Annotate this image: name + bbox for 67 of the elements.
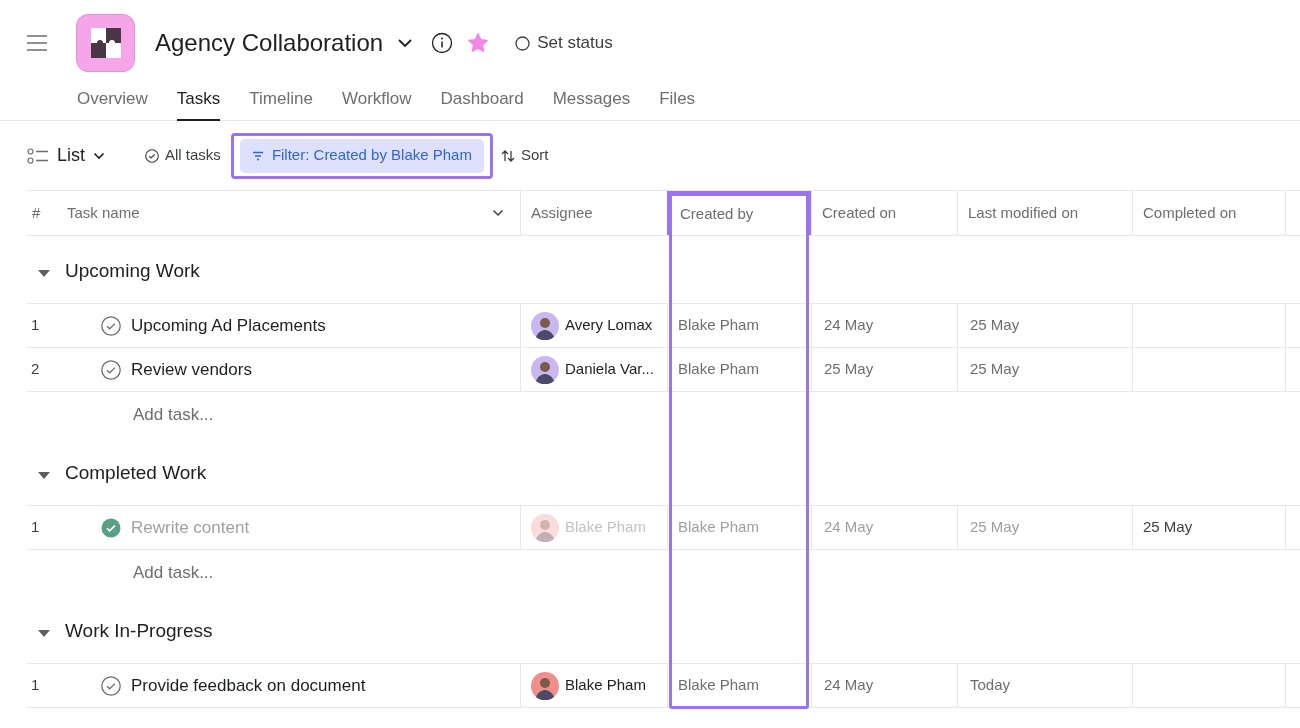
row-number: 2 [31,359,40,380]
column-header[interactable]: Last modified on [968,201,1079,225]
chevron-down-icon [93,151,105,160]
caret-down-icon[interactable] [37,629,51,639]
task-name[interactable]: Review vendors [131,356,252,383]
table-cell-text: 24 May [824,517,874,538]
column-header[interactable]: Created on [822,201,897,225]
table-cell-text: Blake Pham [678,315,759,336]
sort-button[interactable]: Sort [500,144,549,167]
table-cell-text: Today [970,675,1011,696]
filter-icon [251,150,264,161]
assignee-name: Blake Pham [565,675,646,696]
table-cell-text: Blake Pham [678,517,759,538]
sort-icon [500,149,515,162]
task-name[interactable]: Provide feedback on document [131,672,366,699]
tab[interactable]: Workflow [341,86,412,121]
task-name[interactable]: Upcoming Ad Placements [131,312,326,339]
check-circle-icon[interactable] [101,359,121,380]
chevron-down-icon[interactable] [397,38,414,48]
set-status-button[interactable]: Set status [515,30,613,56]
table-cell-text: 25 May [1143,517,1193,538]
project-title: Agency Collaboration [155,28,384,58]
list-icon [27,147,49,164]
assignee-name: Avery Lomax [565,315,653,336]
table-cell-text: Blake Pham [678,359,759,380]
info-icon[interactable] [431,32,454,54]
filter-button[interactable]: Filter: Created by Blake Pham [230,132,493,179]
table-cell-text: 25 May [970,517,1020,538]
check-circle-icon[interactable] [101,675,121,696]
section-title: Work In-Progress [65,618,213,643]
check-circle-icon[interactable] [101,517,121,538]
check-circle-icon[interactable] [101,315,121,336]
view-dropdown[interactable]: List [27,142,105,169]
tab[interactable]: Dashboard [440,86,524,121]
caret-down-icon[interactable] [37,269,51,279]
table-cell-text: 24 May [824,675,874,696]
menu-icon[interactable] [26,34,48,52]
section-title: Upcoming Work [65,258,200,283]
status-circle-icon [515,35,531,51]
add-task-link[interactable]: Add task... [133,560,214,586]
tab[interactable]: Overview [77,86,148,121]
column-header[interactable]: Assignee [531,201,593,225]
row-number: 1 [31,675,40,696]
table-cell-text: 25 May [970,315,1020,336]
row-number: 1 [31,315,40,336]
column-header[interactable]: # [32,201,41,225]
tab[interactable]: Files [659,86,696,121]
table-cell-text: 25 May [824,359,874,380]
tab[interactable]: Tasks [176,86,221,121]
star-icon[interactable] [467,32,490,54]
add-task-link[interactable]: Add task... [133,402,214,428]
puzzle-icon [89,27,122,59]
assignee-name: Daniela Var... [565,359,654,380]
table-cell-text: 25 May [970,359,1020,380]
chevron-down-icon[interactable] [492,209,504,217]
caret-down-icon[interactable] [37,471,51,481]
section-title: Completed Work [65,460,207,485]
tab[interactable]: Messages [552,86,631,121]
column-header[interactable]: Completed on [1143,201,1237,225]
check-circle-icon [145,148,159,163]
all-tasks-button[interactable]: All tasks [145,144,221,167]
column-header[interactable]: Task name [67,201,140,225]
assignee-name: Blake Pham [565,517,646,538]
row-number: 1 [31,517,40,538]
table-cell-text: Blake Pham [678,675,759,696]
table-cell-text: 24 May [824,315,874,336]
tab[interactable]: Timeline [249,86,313,121]
